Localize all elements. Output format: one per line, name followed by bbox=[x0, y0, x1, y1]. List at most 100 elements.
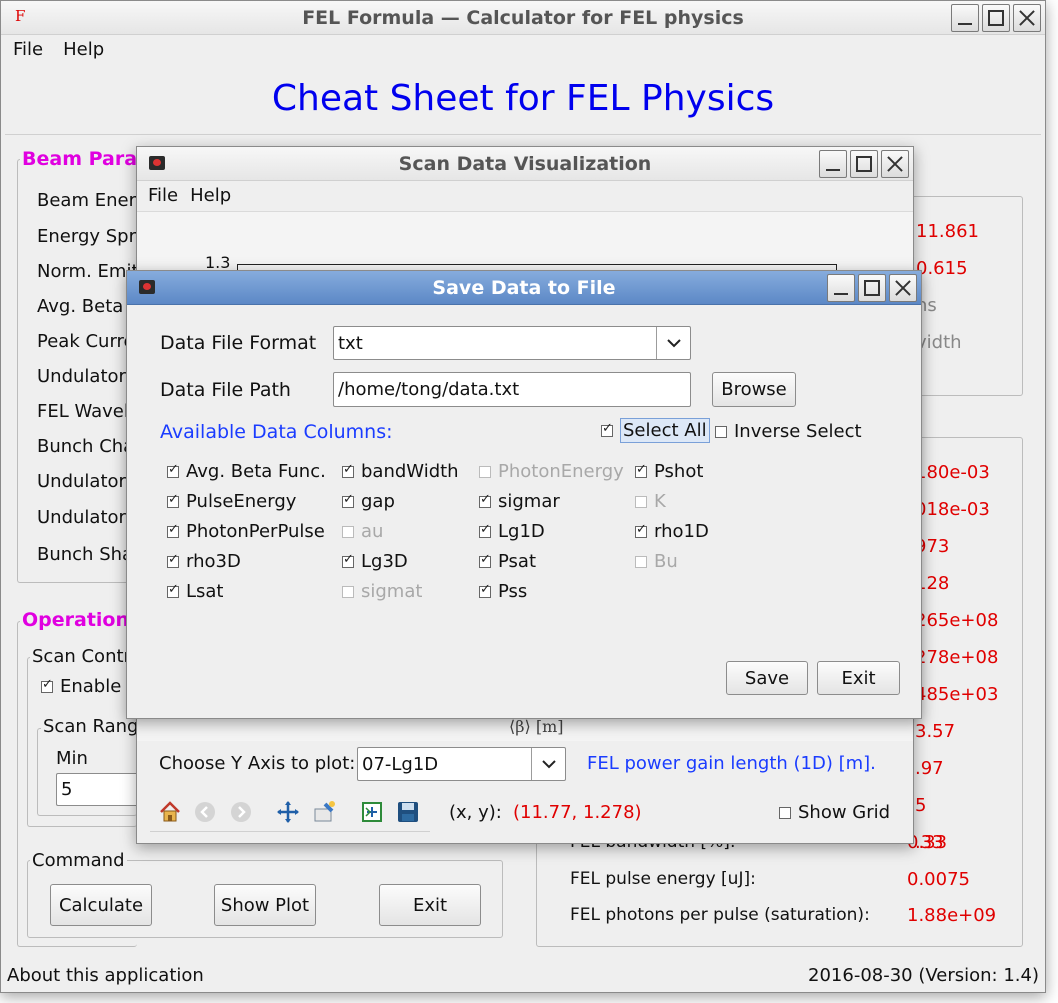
file-format-combo[interactable]: txt bbox=[333, 326, 691, 360]
home-icon[interactable] bbox=[158, 800, 182, 829]
choose-y-label: Choose Y Axis to plot: bbox=[159, 753, 356, 774]
save-button[interactable]: Save bbox=[726, 661, 808, 695]
column-label: Bu bbox=[654, 551, 678, 572]
column-checkbox[interactable]: gap bbox=[342, 491, 395, 512]
column-checkbox[interactable]: Pss bbox=[479, 581, 527, 602]
y-axis-value: 07-Lg1D bbox=[362, 753, 439, 775]
column-checkbox[interactable]: rho1D bbox=[635, 521, 709, 542]
column-check[interactable] bbox=[635, 462, 647, 478]
scan-menu-file[interactable]: File bbox=[137, 185, 186, 206]
dialog-close-button[interactable] bbox=[889, 274, 917, 302]
dialog-maximize-button[interactable] bbox=[858, 274, 886, 302]
column-check[interactable] bbox=[167, 492, 179, 508]
column-check[interactable] bbox=[479, 582, 491, 598]
result-value: 11.861 bbox=[916, 221, 979, 242]
show-grid-checkbox[interactable]: Show Grid bbox=[779, 802, 890, 823]
exit-button[interactable]: Exit bbox=[379, 884, 481, 926]
column-check[interactable] bbox=[479, 522, 491, 538]
inverse-select-check[interactable] bbox=[715, 425, 727, 438]
result-value: 018e-03 bbox=[915, 499, 990, 520]
column-label: sigmat bbox=[361, 581, 423, 602]
file-path-input[interactable]: /home/tong/data.txt bbox=[333, 372, 691, 407]
column-checkbox[interactable]: PulseEnergy bbox=[167, 491, 296, 512]
save-dialog-titlebar[interactable]: Save Data to File bbox=[127, 271, 921, 305]
file-path-label: Data File Path bbox=[160, 379, 291, 401]
minimize-button[interactable] bbox=[951, 4, 979, 32]
result-value: 0.615 bbox=[916, 258, 968, 279]
column-check[interactable] bbox=[342, 492, 354, 508]
calculate-button[interactable]: Calculate bbox=[50, 884, 152, 926]
show-grid-check[interactable] bbox=[779, 806, 791, 819]
inverse-select-label: Inverse Select bbox=[734, 421, 862, 442]
column-check[interactable] bbox=[342, 462, 354, 478]
save-figure-icon[interactable] bbox=[396, 800, 420, 829]
configure-icon[interactable] bbox=[360, 800, 384, 829]
dialog-exit-button[interactable]: Exit bbox=[817, 661, 900, 695]
column-checkbox[interactable]: bandWidth bbox=[342, 461, 459, 482]
column-checkbox: Bu bbox=[635, 551, 678, 572]
column-checkbox[interactable]: PhotonPerPulse bbox=[167, 521, 325, 542]
column-label: Avg. Beta Func. bbox=[186, 461, 326, 482]
column-checkbox: PhotonEnergy bbox=[479, 461, 624, 482]
select-all-label: Select All bbox=[620, 418, 710, 443]
y-axis-combo[interactable]: 07-Lg1D bbox=[357, 747, 566, 781]
column-check bbox=[635, 495, 647, 508]
column-label: PhotonPerPulse bbox=[186, 521, 325, 542]
result-value: vidth bbox=[916, 332, 962, 353]
xy-value: (11.77, 1.278) bbox=[513, 802, 642, 823]
column-checkbox[interactable]: Lg1D bbox=[479, 521, 545, 542]
column-check[interactable] bbox=[479, 492, 491, 508]
min-label: Min bbox=[56, 748, 88, 769]
menu-help[interactable]: Help bbox=[51, 39, 112, 60]
column-check[interactable] bbox=[479, 552, 491, 568]
scan-minimize-button[interactable] bbox=[819, 150, 847, 178]
column-check[interactable] bbox=[167, 582, 179, 598]
result-value: 0.0075 bbox=[907, 869, 970, 890]
select-all-checkbox[interactable]: Select All bbox=[601, 418, 710, 443]
column-checkbox[interactable]: Pshot bbox=[635, 461, 703, 482]
main-titlebar[interactable]: F FEL Formula — Calculator for FEL physi… bbox=[1, 1, 1045, 35]
menu-file[interactable]: File bbox=[1, 39, 51, 60]
dialog-minimize-button[interactable] bbox=[827, 274, 855, 302]
beam-param-label: Peak Curre bbox=[37, 331, 135, 352]
column-label: au bbox=[361, 521, 384, 542]
y-axis-dropdown-arrow[interactable] bbox=[531, 748, 565, 780]
enable-scan-checkbox[interactable]: Enable S bbox=[41, 676, 138, 697]
scan-close-button[interactable] bbox=[881, 150, 909, 178]
min-input[interactable]: 5 bbox=[56, 773, 138, 806]
column-checkbox[interactable]: Lsat bbox=[167, 581, 224, 602]
back-icon[interactable] bbox=[194, 801, 216, 828]
app-logo-icon: F bbox=[15, 7, 26, 25]
scan-menu-help[interactable]: Help bbox=[186, 185, 239, 206]
column-check[interactable] bbox=[167, 462, 179, 478]
status-about[interactable]: About this application bbox=[7, 965, 204, 986]
select-all-check[interactable] bbox=[601, 421, 613, 437]
close-button[interactable] bbox=[1013, 4, 1041, 32]
column-checkbox[interactable]: Lg3D bbox=[342, 551, 408, 572]
column-checkbox[interactable]: rho3D bbox=[167, 551, 241, 572]
column-check[interactable] bbox=[635, 522, 647, 538]
forward-icon[interactable] bbox=[230, 801, 252, 828]
column-check bbox=[342, 525, 354, 538]
browse-button[interactable]: Browse bbox=[712, 372, 796, 407]
column-check[interactable] bbox=[167, 552, 179, 568]
beam-param-label: Beam Energ bbox=[37, 190, 148, 211]
scan-maximize-button[interactable] bbox=[850, 150, 878, 178]
show-plot-button[interactable]: Show Plot bbox=[214, 884, 316, 926]
column-check[interactable] bbox=[342, 552, 354, 568]
column-check[interactable] bbox=[167, 522, 179, 538]
column-label: rho3D bbox=[186, 551, 241, 572]
inverse-select-checkbox[interactable]: Inverse Select bbox=[715, 421, 862, 442]
file-format-dropdown-arrow[interactable] bbox=[656, 327, 690, 359]
column-checkbox[interactable]: Avg. Beta Func. bbox=[167, 461, 326, 482]
enable-scan-check[interactable] bbox=[41, 677, 53, 693]
beam-param-label: Undulator bbox=[37, 507, 126, 528]
zoom-icon[interactable] bbox=[312, 800, 336, 829]
scan-titlebar[interactable]: Scan Data Visualization bbox=[137, 147, 913, 181]
maximize-button[interactable] bbox=[982, 4, 1010, 32]
result-label: FEL pulse energy [uJ]: bbox=[570, 869, 756, 889]
scan-range-title: Scan Range bbox=[41, 716, 152, 737]
column-checkbox[interactable]: sigmar bbox=[479, 491, 560, 512]
column-checkbox[interactable]: Psat bbox=[479, 551, 536, 572]
pan-icon[interactable] bbox=[276, 800, 300, 829]
